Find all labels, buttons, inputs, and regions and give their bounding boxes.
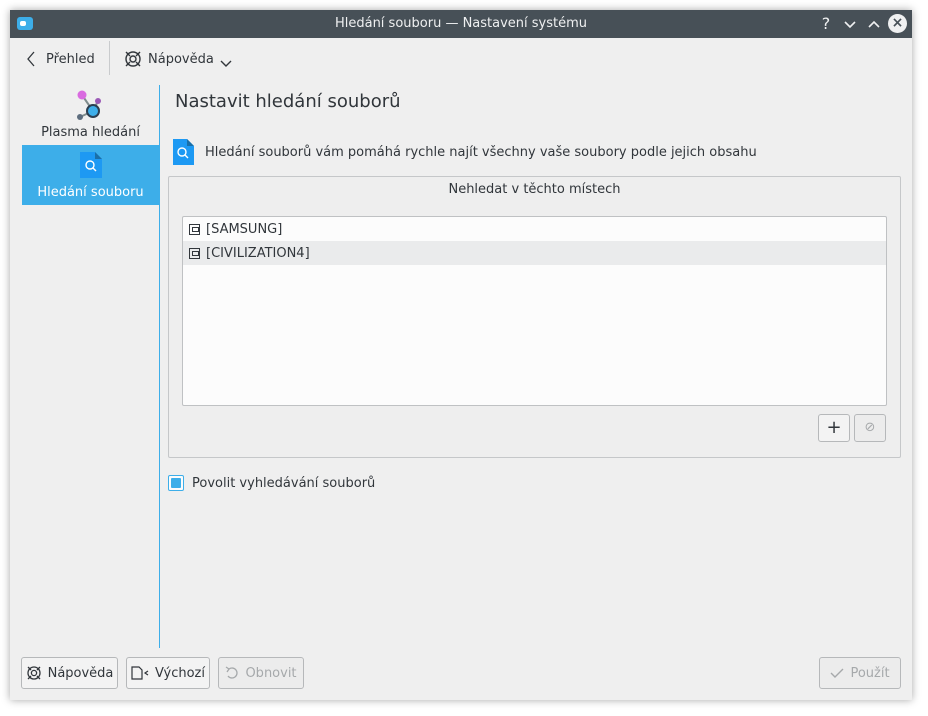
enable-file-search-row[interactable]: Povolit vyhledávání souborů: [168, 475, 375, 491]
apply-label: Použít: [850, 665, 890, 681]
checkmark-icon: [830, 668, 844, 678]
reset-button[interactable]: Obnovit: [218, 657, 304, 689]
sidebar-item-plasma-search[interactable]: Plasma hledání: [22, 85, 159, 145]
help-menu-button[interactable]: Nápověda: [124, 46, 232, 72]
back-button[interactable]: Přehled: [26, 46, 95, 72]
lifebuoy-icon: [125, 51, 141, 67]
sidebar-divider: [159, 85, 160, 648]
lifebuoy-icon: [26, 666, 41, 680]
toolbar-separator: [109, 41, 110, 75]
sidebar: Plasma hledání Hledání souboru: [22, 85, 159, 205]
toolbar: Přehled Nápověda: [10, 38, 912, 82]
excluded-folders-list[interactable]: [SAMSUNG] [CIVILIZATION4]: [182, 216, 887, 406]
minimize-icon[interactable]: [839, 13, 861, 35]
remove-folder-button[interactable]: ⊘: [854, 414, 886, 442]
chevron-down-icon: [220, 60, 232, 67]
plasma-search-icon: [77, 90, 101, 120]
sidebar-item-label: Plasma hledání: [41, 125, 140, 140]
enable-file-search-checkbox[interactable]: [168, 475, 184, 491]
main-content: Nastavit hledání souborů Hledání souborů…: [168, 85, 902, 655]
defaults-button[interactable]: Výchozí: [126, 657, 210, 689]
apply-button[interactable]: Použít: [819, 657, 901, 689]
title-bar: Hledání souboru — Nastavení systému ? ×: [10, 10, 912, 38]
sidebar-item-label: Hledání souboru: [37, 185, 144, 200]
sidebar-item-file-search[interactable]: Hledání souboru: [22, 145, 159, 205]
undo-icon: [226, 666, 239, 679]
close-icon[interactable]: ×: [888, 14, 907, 33]
drive-icon: [189, 247, 200, 259]
enable-file-search-label: Povolit vyhledávání souborů: [192, 475, 376, 491]
settings-window: Hledání souboru — Nastavení systému ? × …: [10, 10, 912, 700]
back-button-label: Přehled: [46, 51, 95, 67]
excluded-folders-group: Nehledat v těchto místech [SAMSUNG] [CIV…: [168, 176, 901, 458]
folder-label: [CIVILIZATION4]: [206, 245, 310, 261]
maximize-icon[interactable]: [863, 13, 885, 35]
footer-help-label: Nápověda: [47, 665, 114, 681]
list-item[interactable]: [SAMSUNG]: [183, 217, 886, 241]
info-message: Hledání souborů vám pomáhá rychle najít …: [172, 139, 757, 165]
group-title: Nehledat v těchto místech: [448, 182, 621, 197]
document-revert-icon: [131, 666, 149, 680]
chevron-left-icon: [27, 51, 35, 67]
file-search-icon: [173, 139, 194, 165]
list-item[interactable]: [CIVILIZATION4]: [183, 241, 886, 265]
help-menu-label: Nápověda: [148, 51, 214, 67]
drive-icon: [189, 223, 200, 235]
defaults-label: Výchozí: [154, 665, 205, 681]
page-title: Nastavit hledání souborů: [175, 91, 401, 112]
info-text: Hledání souborů vám pomáhá rychle najít …: [205, 144, 757, 160]
file-search-icon: [80, 152, 102, 178]
folder-label: [SAMSUNG]: [206, 221, 283, 237]
add-folder-button[interactable]: +: [818, 414, 850, 442]
window-title: Hledání souboru — Nastavení systému: [334, 16, 588, 31]
reset-label: Obnovit: [245, 665, 297, 681]
help-icon[interactable]: ?: [815, 13, 837, 35]
footer-help-button[interactable]: Nápověda: [21, 657, 118, 689]
